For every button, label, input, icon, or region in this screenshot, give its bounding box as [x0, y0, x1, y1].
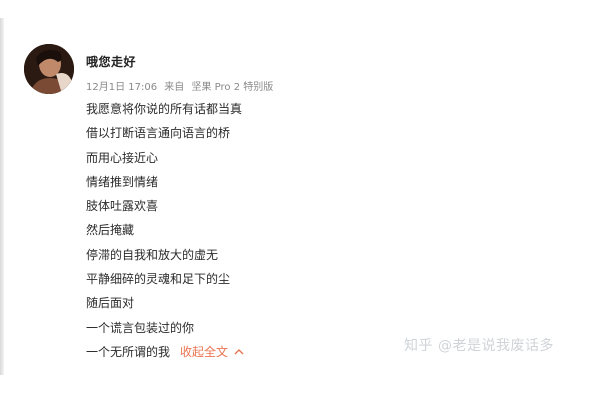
chevron-up-icon[interactable] [234, 341, 244, 365]
avatar[interactable] [24, 44, 74, 94]
content-line-last: 一个无所谓的我 收起全文 [86, 340, 244, 364]
content-line: 一个谎言包装过的你 [86, 320, 195, 335]
post-content: 我愿意将你说的所有话都当真 借以打断语言通向语言的桥 而用心接近心 情绪推到情绪… [86, 97, 244, 364]
username[interactable]: 哦您走好 [86, 53, 136, 70]
watermark: 知乎 @老是说我废话多 [404, 338, 554, 354]
weibo-post: 哦您走好 12月1日 17:06 来自 坚果 Pro 2 特别版 我愿意将你说的… [24, 44, 584, 374]
page: 哦您走好 12月1日 17:06 来自 坚果 Pro 2 特别版 我愿意将你说的… [0, 0, 600, 400]
content-line: 我愿意将你说的所有话都当真 [86, 102, 243, 116]
post-date[interactable]: 12月1日 17:06 [86, 82, 157, 93]
content-line: 然后掩藏 [86, 223, 135, 238]
content-line: 情绪推到情绪 [86, 174, 159, 189]
post-meta: 12月1日 17:06 来自 坚果 Pro 2 特别版 [86, 78, 273, 93]
source-device: 坚果 Pro 2 特别版 [191, 82, 274, 93]
content-line-text: 一个无所谓的我 [86, 344, 171, 359]
content-line: 而用心接近心 [86, 150, 159, 165]
left-edge-shadow [0, 18, 4, 375]
content-line: 平静细碎的灵魂和足下的尘 [86, 272, 231, 287]
content-line: 肢体吐露欢喜 [86, 199, 159, 214]
content-line: 停滞的自我和放大的虚无 [86, 247, 219, 262]
collapse-full-text-link[interactable]: 收起全文 [180, 345, 228, 359]
content-line: 随后面对 [86, 296, 135, 311]
content-line: 借以打断语言通向语言的桥 [86, 126, 231, 141]
source-prefix: 来自 [164, 82, 185, 93]
